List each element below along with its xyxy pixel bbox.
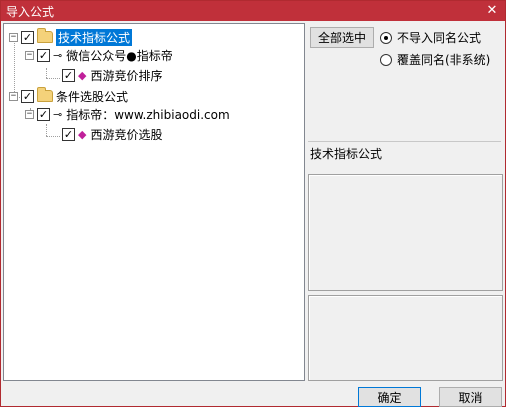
tree-node-label[interactable]: 西游竞价选股 — [90, 126, 162, 143]
tree-node-label[interactable]: 指标帝：www.zhibiaodi.com — [66, 106, 229, 123]
folder-icon — [37, 28, 53, 43]
collapse-icon[interactable]: − — [25, 50, 34, 60]
radio-label: 不导入同名公式 — [397, 31, 482, 45]
tree-node-label[interactable]: 技术指标公式 — [56, 28, 133, 46]
tree-checkbox[interactable]: ✓ — [37, 48, 50, 62]
radio-overwrite[interactable]: 覆盖同名(非系统) — [380, 51, 490, 68]
tree-node-xiyou-select[interactable]: ✓ ◆ 西游竞价选股 — [62, 125, 162, 143]
key-icon: ⊸ — [53, 48, 63, 62]
formula-tree[interactable]: − ✓ 技术指标公式 − ✓ ⊸ 微信公众号●指标帝 ✓ ◆ 西游竞价排序 − … — [3, 23, 305, 381]
tree-checkbox[interactable]: ✓ — [21, 30, 34, 44]
radio-button[interactable] — [380, 53, 392, 66]
select-all-button[interactable]: 全部选中 — [310, 27, 374, 48]
import-formula-dialog: 导入公式 ✕ − ✓ 技术指标公式 − ✓ ⊸ 微信公众号●指标帝 ✓ ◆ 西游… — [0, 0, 506, 407]
collapse-icon[interactable]: − — [9, 91, 18, 101]
tree-node-label[interactable]: 西游竞价排序 — [90, 67, 162, 84]
tree-node-label[interactable]: 条件选股公式 — [56, 88, 128, 105]
collapse-icon[interactable]: − — [25, 109, 34, 119]
close-icon[interactable]: ✕ — [483, 2, 501, 20]
cancel-button[interactable]: 取消 — [439, 387, 502, 407]
tree-checkbox[interactable]: ✓ — [37, 107, 50, 121]
category-label-text: 技术指标公式 — [310, 147, 383, 161]
tree-connector — [46, 68, 47, 78]
radio-no-import[interactable]: 不导入同名公式 — [380, 29, 481, 46]
tree-node-wechat[interactable]: − ✓ ⊸ 微信公众号●指标帝 — [25, 46, 173, 64]
tree-checkbox[interactable]: ✓ — [62, 68, 75, 82]
ok-button[interactable]: 确定 — [358, 387, 421, 407]
tree-checkbox[interactable]: ✓ — [62, 127, 75, 141]
tree-connector — [46, 124, 47, 136]
formula-gem-icon: ◆ — [78, 127, 87, 141]
collapse-icon[interactable]: − — [9, 32, 18, 42]
tree-checkbox[interactable]: ✓ — [21, 89, 34, 103]
title-bar: 导入公式 ✕ — [1, 1, 505, 21]
tree-node-tech-indicator[interactable]: − ✓ 技术指标公式 — [9, 28, 133, 46]
tree-node-condition-select[interactable]: − ✓ 条件选股公式 — [9, 87, 128, 105]
tree-node-zhibiaodi[interactable]: − ✓ ⊸ 指标帝：www.zhibiaodi.com — [25, 105, 230, 123]
tree-node-label[interactable]: 微信公众号●指标帝 — [66, 47, 172, 64]
key-icon: ⊸ — [53, 107, 63, 121]
window-title: 导入公式 — [6, 4, 55, 19]
formula-description-panel — [308, 295, 503, 381]
formula-info-panel — [308, 174, 503, 291]
radio-button-selected[interactable] — [380, 31, 392, 44]
tree-connector — [46, 136, 60, 137]
folder-icon — [37, 87, 53, 102]
formula-gem-icon: ◆ — [78, 68, 87, 82]
tree-node-xiyou-sort[interactable]: ✓ ◆ 西游竞价排序 — [62, 66, 162, 84]
tree-connector — [46, 78, 60, 79]
radio-label: 覆盖同名(非系统) — [397, 53, 491, 67]
category-label: 技术指标公式 — [308, 141, 501, 171]
